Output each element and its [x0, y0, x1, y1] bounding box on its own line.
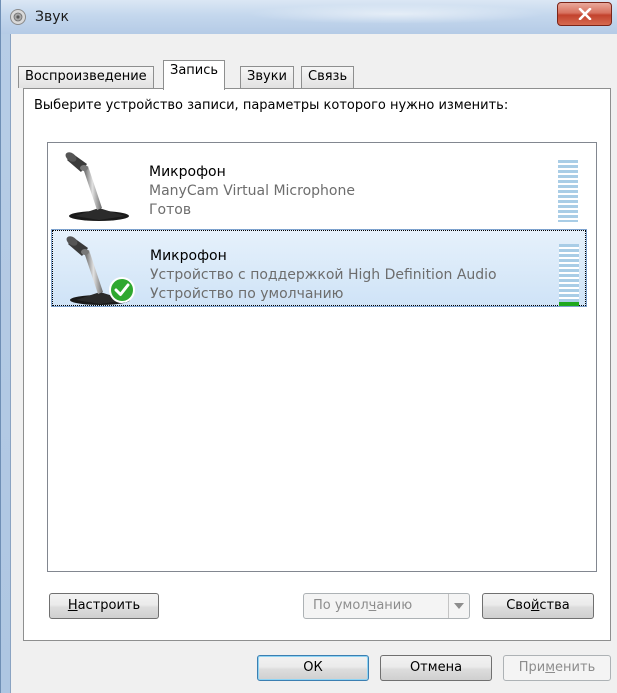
button-label-part: енить	[555, 660, 596, 675]
set-default-dropdown-toggle[interactable]	[448, 594, 469, 618]
speaker-icon	[10, 9, 26, 25]
tab-label: Связь	[308, 69, 348, 84]
device-name: Микрофон	[150, 248, 227, 264]
device-description: ManyCam Virtual Microphone	[149, 183, 355, 199]
tab-recording[interactable]: Запись	[163, 60, 226, 90]
close-button[interactable]	[557, 2, 612, 26]
button-label-part: По умол	[313, 598, 369, 613]
device-list[interactable]: Микрофон ManyCam Virtual Microphone Гото…	[47, 142, 597, 572]
apply-button[interactable]: Применить	[503, 655, 611, 681]
level-meter	[558, 160, 578, 222]
cancel-button[interactable]: Отмена	[380, 655, 492, 681]
properties-button[interactable]: Свойства	[482, 593, 594, 619]
set-default-split-button[interactable]: По умолчанию	[303, 593, 470, 619]
tab-label: Звуки	[247, 69, 287, 84]
tab-communications[interactable]: Связь	[301, 66, 355, 88]
device-status: Готов	[149, 202, 192, 218]
button-label-part: При	[518, 660, 546, 675]
title-bar[interactable]: Звук	[1, 0, 617, 34]
button-label-part: астроить	[77, 598, 141, 613]
level-meter-fill	[559, 302, 579, 306]
device-item-hd-audio[interactable]: Микрофон Устройство с поддержкой High De…	[51, 229, 587, 307]
level-meter	[559, 244, 579, 306]
tab-playback[interactable]: Воспроизведение	[18, 66, 154, 88]
default-checkmark-icon	[109, 277, 135, 303]
button-label-part: анию	[376, 598, 413, 613]
tab-label: Запись	[170, 63, 219, 78]
microphone-icon	[65, 152, 129, 221]
button-label-part: Сво	[506, 598, 531, 613]
tab-sounds[interactable]: Звуки	[240, 66, 294, 88]
device-status: Устройство по умолчанию	[150, 286, 344, 302]
button-label-part: ства	[539, 598, 570, 613]
device-name: Микрофон	[149, 164, 226, 180]
window-title: Звук	[35, 9, 69, 25]
configure-button[interactable]: Настроить	[49, 593, 159, 619]
tab-label: Воспроизведение	[25, 69, 147, 84]
instruction-text: Выберите устройство записи, параметры ко…	[34, 98, 509, 113]
button-mnemonic: м	[545, 660, 556, 675]
ok-button[interactable]: ОК	[257, 655, 369, 681]
dropdown-arrow-icon	[454, 603, 464, 609]
title-glow	[246, 4, 546, 24]
close-icon	[578, 8, 591, 20]
device-description: Устройство с поддержкой High Definition …	[150, 267, 497, 283]
button-mnemonic: Н	[67, 598, 78, 613]
device-item-manycam[interactable]: Микрофон ManyCam Virtual Microphone Гото…	[51, 146, 587, 224]
